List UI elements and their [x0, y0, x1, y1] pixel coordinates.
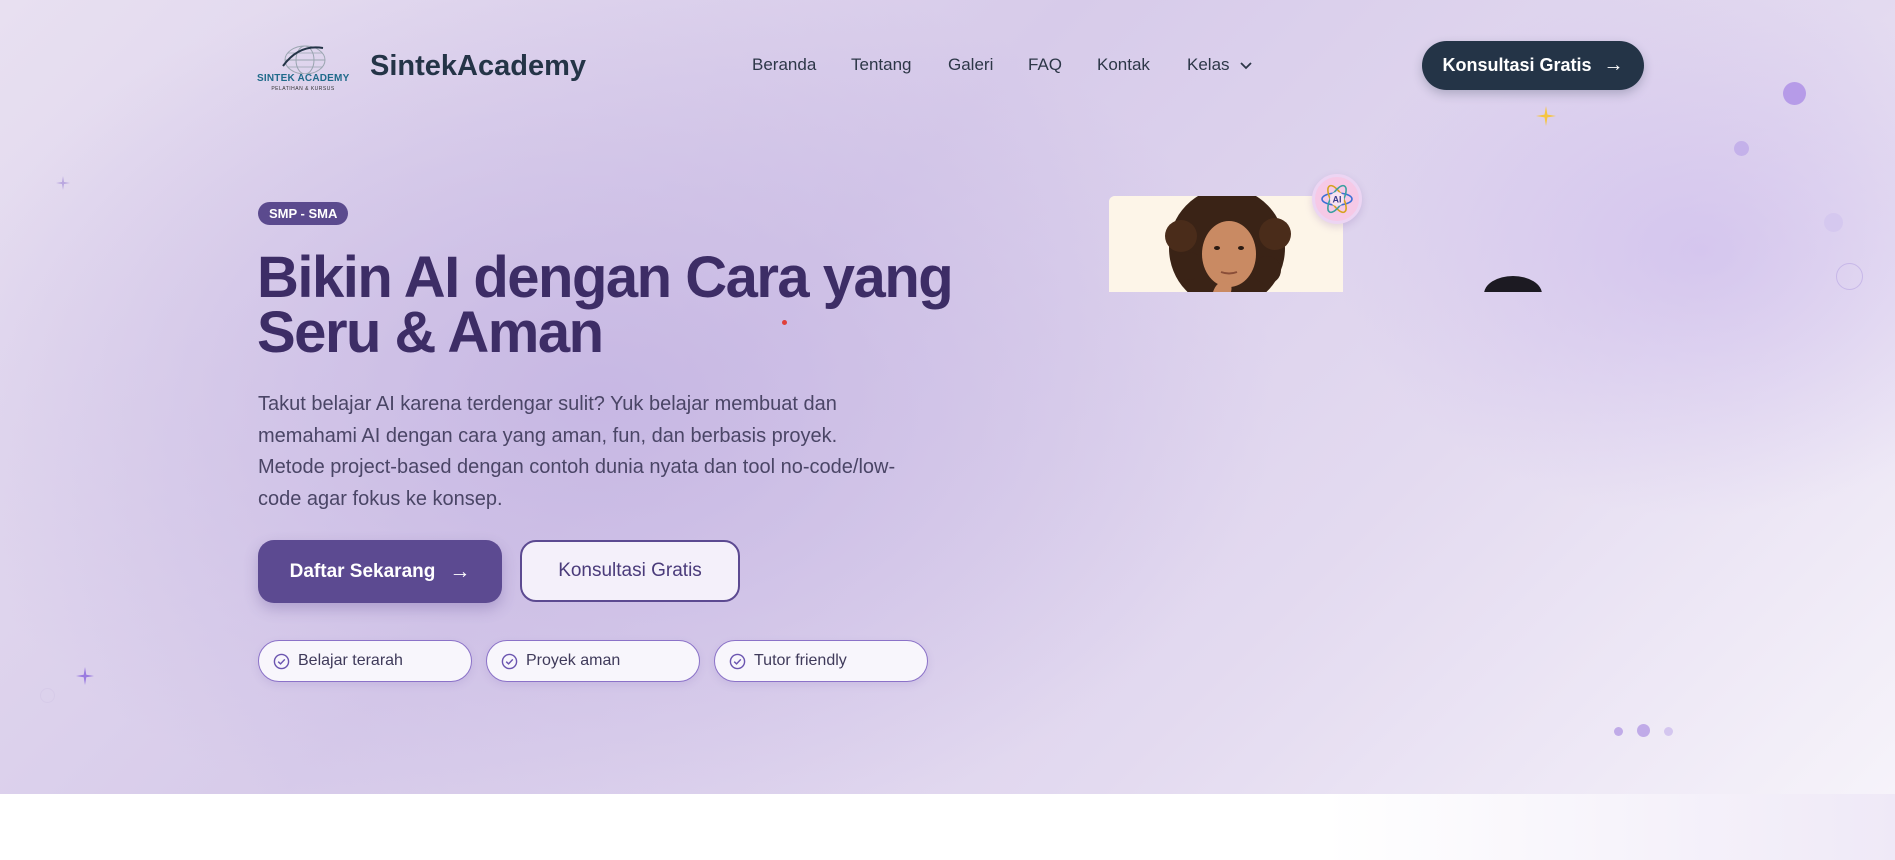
nav-beranda[interactable]: Beranda	[752, 55, 816, 75]
ring-decoration	[1836, 263, 1863, 290]
nav-galeri[interactable]: Galeri	[948, 55, 993, 75]
feature-pill: Belajar terarah	[258, 640, 472, 682]
chevron-down-icon	[1240, 61, 1252, 69]
ai-badge: AI	[1312, 174, 1362, 224]
hero-title-line2: Seru & Aman	[257, 300, 604, 365]
consult-button[interactable]: Konsultasi Gratis	[520, 540, 740, 602]
logo-text: SINTEK ACADEMY	[257, 73, 350, 84]
check-circle-icon	[273, 653, 290, 669]
nav-kontak[interactable]: Kontak	[1097, 55, 1150, 75]
check-circle-icon	[729, 653, 746, 669]
register-button[interactable]: Daftar Sekarang →	[258, 540, 502, 603]
register-button-label: Daftar Sekarang	[289, 560, 436, 582]
arrow-right-icon: →	[1603, 54, 1624, 76]
hero-description: Takut belajar AI karena terdengar sulit?…	[258, 393, 896, 510]
feature-label: Belajar terarah	[298, 652, 403, 669]
student-photo	[1109, 196, 1343, 292]
hero-title: Bikin AI dengan Cara yang Seru & Aman	[257, 249, 977, 362]
feature-label: Tutor friendly	[754, 652, 847, 669]
dot-decoration	[1734, 141, 1749, 156]
nav-tentang[interactable]: Tentang	[851, 55, 912, 75]
nav-kelas-label: Kelas	[1187, 55, 1230, 74]
nav-kelas-dropdown[interactable]: Kelas	[1187, 55, 1252, 75]
ring-decoration	[40, 688, 55, 703]
globe-icon	[282, 45, 326, 74]
dot-decoration	[1824, 213, 1843, 232]
ai-badge-text: AI	[1333, 195, 1342, 205]
pager-dot	[1637, 724, 1650, 737]
hero-section: SINTEK ACADEMY PELATIHAN & KURSUS Sintek…	[0, 0, 1895, 794]
feature-pill: Proyek aman	[486, 640, 700, 682]
nav-faq[interactable]: FAQ	[1028, 55, 1062, 75]
sparkle-icon	[1536, 106, 1556, 126]
logo-subtext: PELATIHAN & KURSUS	[271, 86, 335, 92]
thinking-girl-illustration	[1109, 196, 1343, 292]
feature-pill: Tutor friendly	[714, 640, 928, 682]
pager-dot	[1664, 727, 1673, 736]
pager-dot	[1614, 727, 1623, 736]
feature-label: Proyek aman	[526, 652, 621, 669]
sparkle-icon	[76, 667, 94, 685]
logo[interactable]: SINTEK ACADEMY PELATIHAN & KURSUS	[257, 40, 349, 96]
consult-button-label: Konsultasi Gratis	[1442, 55, 1592, 75]
brand-name[interactable]: SintekAcademy	[370, 50, 586, 83]
arrow-right-icon: →	[449, 559, 471, 583]
level-badge: SMP - SMA	[258, 202, 349, 225]
next-section	[0, 794, 1895, 860]
sparkle-icon	[56, 176, 70, 190]
ai-atom-icon: AI	[1321, 184, 1353, 214]
consult-button-header[interactable]: Konsultasi Gratis →	[1422, 41, 1644, 90]
dot-decoration	[1783, 82, 1806, 105]
student-photo-2	[1484, 272, 1542, 292]
check-circle-icon	[501, 653, 518, 669]
